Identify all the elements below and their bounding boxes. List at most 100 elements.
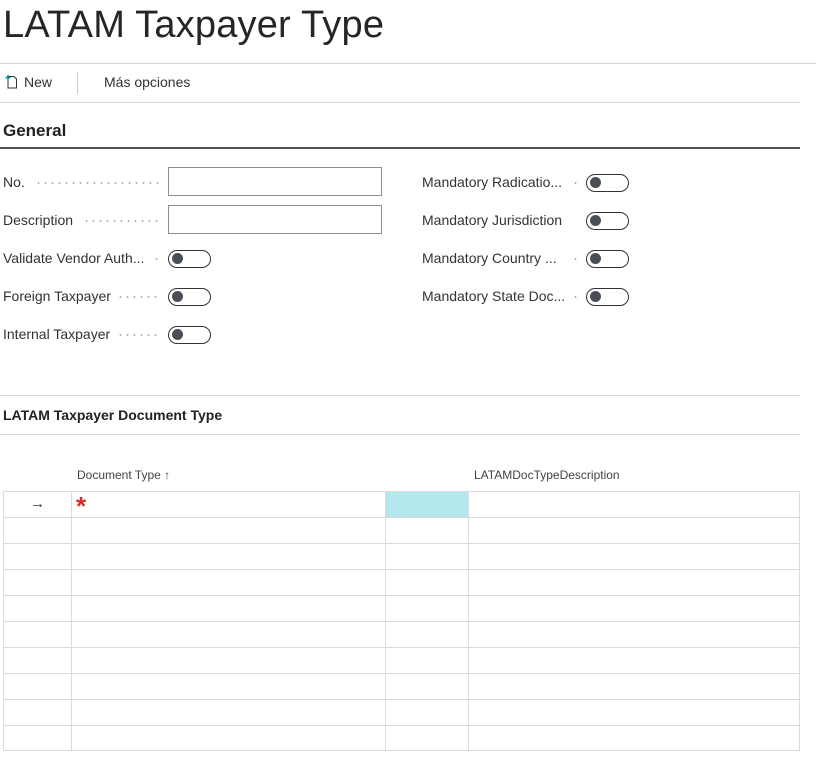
row-selector-cell[interactable] [3, 674, 71, 699]
lookup-cell[interactable] [385, 518, 468, 543]
table-row[interactable] [3, 543, 800, 569]
lookup-cell[interactable] [385, 570, 468, 595]
mandatory-state-doc-toggle[interactable] [586, 288, 629, 306]
table-row[interactable] [3, 595, 800, 621]
no-input[interactable] [168, 167, 382, 196]
document-type-cell[interactable] [71, 518, 385, 543]
table-row[interactable] [3, 699, 800, 725]
table-row[interactable]: → * [3, 491, 800, 521]
table-row[interactable] [3, 621, 800, 647]
description-cell[interactable] [468, 544, 800, 569]
lookup-cell[interactable] [385, 674, 468, 699]
description-input[interactable] [168, 205, 382, 234]
new-button[interactable]: New [4, 74, 52, 90]
lookup-cell[interactable] [385, 726, 468, 750]
document-type-cell[interactable]: * [71, 491, 385, 521]
column-header-document-type-label: Document Type [77, 468, 161, 482]
field-internal-taxpayer-label: Internal Taxpayer [3, 326, 111, 342]
toggle-knob [590, 253, 601, 264]
document-type-cell[interactable] [71, 570, 385, 595]
row-selector-cell[interactable] [3, 544, 71, 569]
label-leader [572, 258, 580, 260]
toggle-knob [172, 329, 183, 340]
field-mandatory-state-doc-label: Mandatory State Doc... [422, 288, 566, 304]
new-button-label: New [24, 74, 53, 90]
description-cell[interactable] [468, 726, 800, 750]
general-section-rule [0, 147, 800, 149]
subsection-divider [0, 395, 800, 396]
table-row[interactable] [3, 673, 800, 699]
description-cell[interactable] [468, 518, 800, 543]
lookup-cell[interactable] [385, 700, 468, 725]
document-type-cell[interactable] [71, 596, 385, 621]
field-mandatory-jurisdiction-label: Mandatory Jurisdiction [422, 212, 563, 228]
action-bar-divider [0, 102, 800, 103]
column-header-description[interactable]: LATAMDocTypeDescription [474, 468, 620, 482]
doc-type-section-title[interactable]: LATAM Taxpayer Document Type [3, 407, 222, 423]
label-leader [572, 182, 580, 184]
document-type-cell[interactable] [71, 648, 385, 673]
table-row[interactable] [3, 569, 800, 595]
document-type-cell[interactable] [71, 622, 385, 647]
lookup-cell[interactable] [385, 596, 468, 621]
document-type-cell[interactable] [71, 726, 385, 750]
row-selector-cell[interactable] [3, 648, 71, 673]
field-description-label: Description [3, 212, 74, 228]
label-leader [83, 220, 161, 222]
row-selector-cell[interactable] [3, 700, 71, 725]
toggle-knob [590, 291, 601, 302]
lookup-cell[interactable] [385, 622, 468, 647]
action-separator [77, 72, 78, 94]
row-selector-cell[interactable] [3, 726, 71, 750]
description-cell[interactable] [468, 492, 800, 517]
document-type-cell[interactable] [71, 674, 385, 699]
document-type-cell[interactable] [71, 544, 385, 569]
mandatory-radication-toggle[interactable] [586, 174, 629, 192]
new-document-icon [5, 75, 17, 89]
description-cell[interactable] [468, 570, 800, 595]
lookup-cell[interactable] [385, 544, 468, 569]
toggle-knob [172, 291, 183, 302]
description-cell[interactable] [468, 622, 800, 647]
document-type-cell[interactable] [71, 700, 385, 725]
table-row[interactable] [3, 647, 800, 673]
toggle-knob [590, 177, 601, 188]
toggle-knob [590, 215, 601, 226]
internal-taxpayer-toggle[interactable] [168, 326, 211, 344]
row-selector-cell[interactable]: → [3, 492, 71, 517]
label-leader [117, 334, 161, 336]
field-validate-vendor-label: Validate Vendor Auth... [3, 250, 145, 266]
field-mandatory-radication-label: Mandatory Radicatio... [422, 174, 563, 190]
field-mandatory-country-label: Mandatory Country ... [422, 250, 557, 266]
row-selector-cell[interactable] [3, 570, 71, 595]
description-cell[interactable] [468, 596, 800, 621]
right-arrow-icon: → [30, 495, 45, 512]
mandatory-jurisdiction-toggle[interactable] [586, 212, 629, 230]
label-leader [35, 182, 161, 184]
mandatory-country-toggle[interactable] [586, 250, 629, 268]
lookup-cell[interactable] [385, 648, 468, 673]
lookup-cell[interactable] [385, 492, 468, 517]
description-cell[interactable] [468, 648, 800, 673]
doc-type-grid: → * [3, 491, 800, 751]
row-selector-cell[interactable] [3, 596, 71, 621]
description-cell[interactable] [468, 700, 800, 725]
subsection-rule [0, 434, 800, 435]
table-row[interactable] [3, 517, 800, 543]
row-selector-cell[interactable] [3, 622, 71, 647]
row-selector-cell[interactable] [3, 518, 71, 543]
table-row[interactable] [3, 725, 800, 751]
sort-ascending-icon: ↑ [164, 468, 171, 482]
more-options-label: Más opciones [104, 74, 191, 90]
validate-vendor-toggle[interactable] [168, 250, 211, 268]
field-foreign-taxpayer-label: Foreign Taxpayer [3, 288, 111, 304]
label-leader [153, 258, 161, 260]
label-leader [117, 296, 161, 298]
foreign-taxpayer-toggle[interactable] [168, 288, 211, 306]
label-leader [572, 296, 580, 298]
column-header-document-type[interactable]: Document Type ↑ [77, 468, 170, 482]
description-cell[interactable] [468, 674, 800, 699]
general-section-title[interactable]: General [3, 121, 66, 141]
more-options-button[interactable]: Más opciones [104, 74, 190, 90]
page-title: LATAM Taxpayer Type [3, 4, 385, 46]
